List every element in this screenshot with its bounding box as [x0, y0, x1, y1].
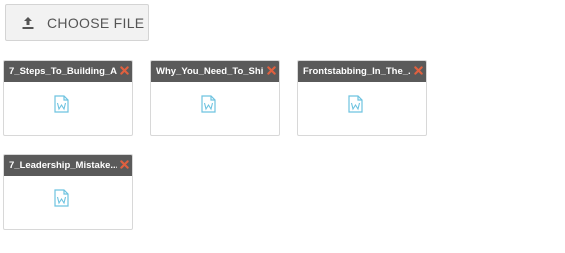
close-icon[interactable] [120, 160, 129, 169]
choose-file-button[interactable]: CHOOSE FILE [5, 4, 149, 41]
file-card-header: 7_Leadership_Mistake... [4, 155, 132, 176]
file-card-header: Why_You_Need_To_Shi... [151, 61, 279, 82]
file-name: Why_You_Need_To_Shi... [156, 66, 264, 77]
word-document-icon [348, 95, 363, 113]
file-card: Why_You_Need_To_Shi... [150, 60, 280, 136]
file-card-header: Frontstabbing_In_The_... [298, 61, 426, 82]
word-document-icon [54, 95, 69, 113]
file-name: 7_Leadership_Mistake... [9, 160, 117, 171]
file-name: Frontstabbing_In_The_... [303, 66, 411, 77]
close-icon[interactable] [267, 66, 276, 75]
close-icon[interactable] [120, 66, 129, 75]
file-card: Frontstabbing_In_The_... [297, 60, 427, 136]
file-card-header: 7_Steps_To_Building_A... [4, 61, 132, 82]
upload-icon [22, 17, 34, 29]
word-document-icon [54, 189, 69, 207]
file-name: 7_Steps_To_Building_A... [9, 66, 117, 77]
word-document-icon [201, 95, 216, 113]
close-icon[interactable] [414, 66, 423, 75]
file-card: 7_Steps_To_Building_A... [3, 60, 133, 136]
file-card: 7_Leadership_Mistake... [3, 154, 133, 230]
choose-file-label: CHOOSE FILE [47, 15, 145, 31]
